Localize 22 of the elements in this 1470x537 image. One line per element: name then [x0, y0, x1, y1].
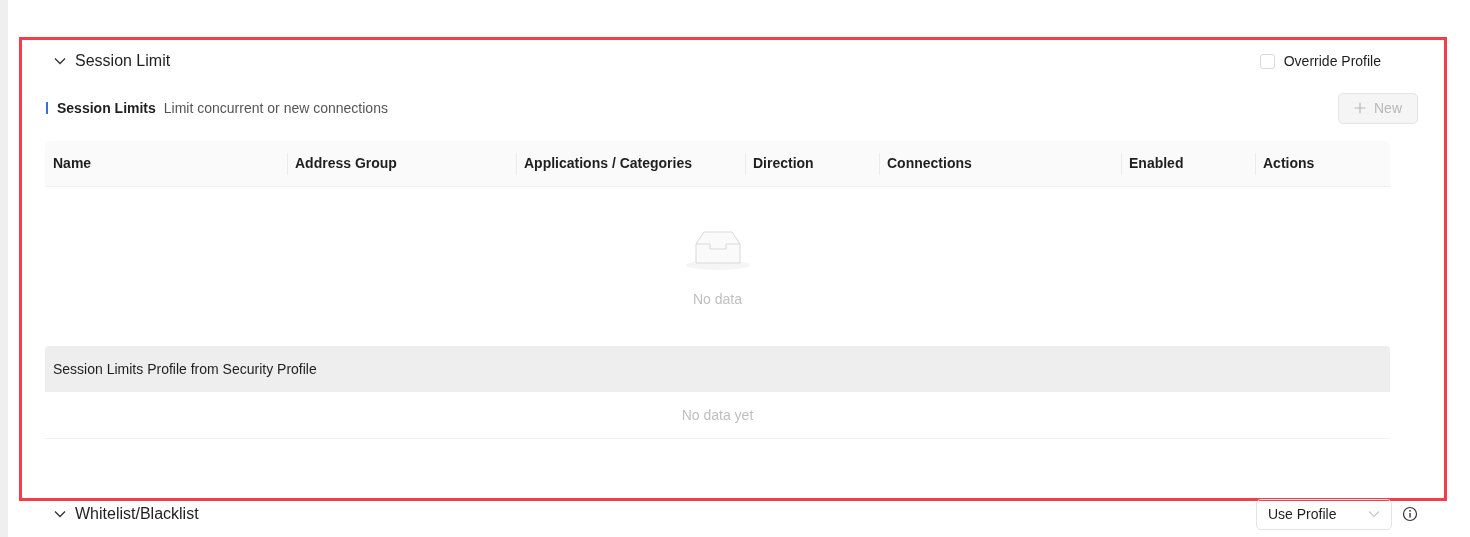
- column-header: Direction: [752, 154, 814, 173]
- subsection-title: Session Limits: [57, 98, 156, 118]
- section-title: Whitelist/Blacklist: [75, 504, 199, 524]
- column-header: Address Group: [294, 154, 397, 173]
- column-header: Applications / Categories: [523, 154, 693, 173]
- subsection-description: Limit concurrent or new connections: [163, 98, 388, 118]
- column-header: Enabled: [1128, 154, 1184, 173]
- override-checkbox[interactable]: [1259, 53, 1275, 69]
- profile-table-title: Session Limits Profile from Security Profile: [52, 359, 317, 379]
- plus-icon: [1354, 102, 1366, 114]
- empty-text: No data yet: [681, 405, 754, 425]
- section-title: Session Limit: [75, 51, 171, 71]
- caret-icon: [1368, 510, 1380, 518]
- profile-select[interactable]: Use Profile: [1256, 498, 1392, 530]
- empty-inbox-icon: [685, 229, 750, 271]
- empty-text: No data: [692, 290, 742, 309]
- info-icon[interactable]: [1402, 506, 1418, 522]
- accent-bar: [46, 102, 48, 114]
- column-header: Connections: [886, 154, 972, 173]
- column-header: Name: [52, 154, 92, 173]
- checkbox-label[interactable]: Override Profile: [1283, 50, 1381, 72]
- column-header: Actions: [1262, 154, 1315, 173]
